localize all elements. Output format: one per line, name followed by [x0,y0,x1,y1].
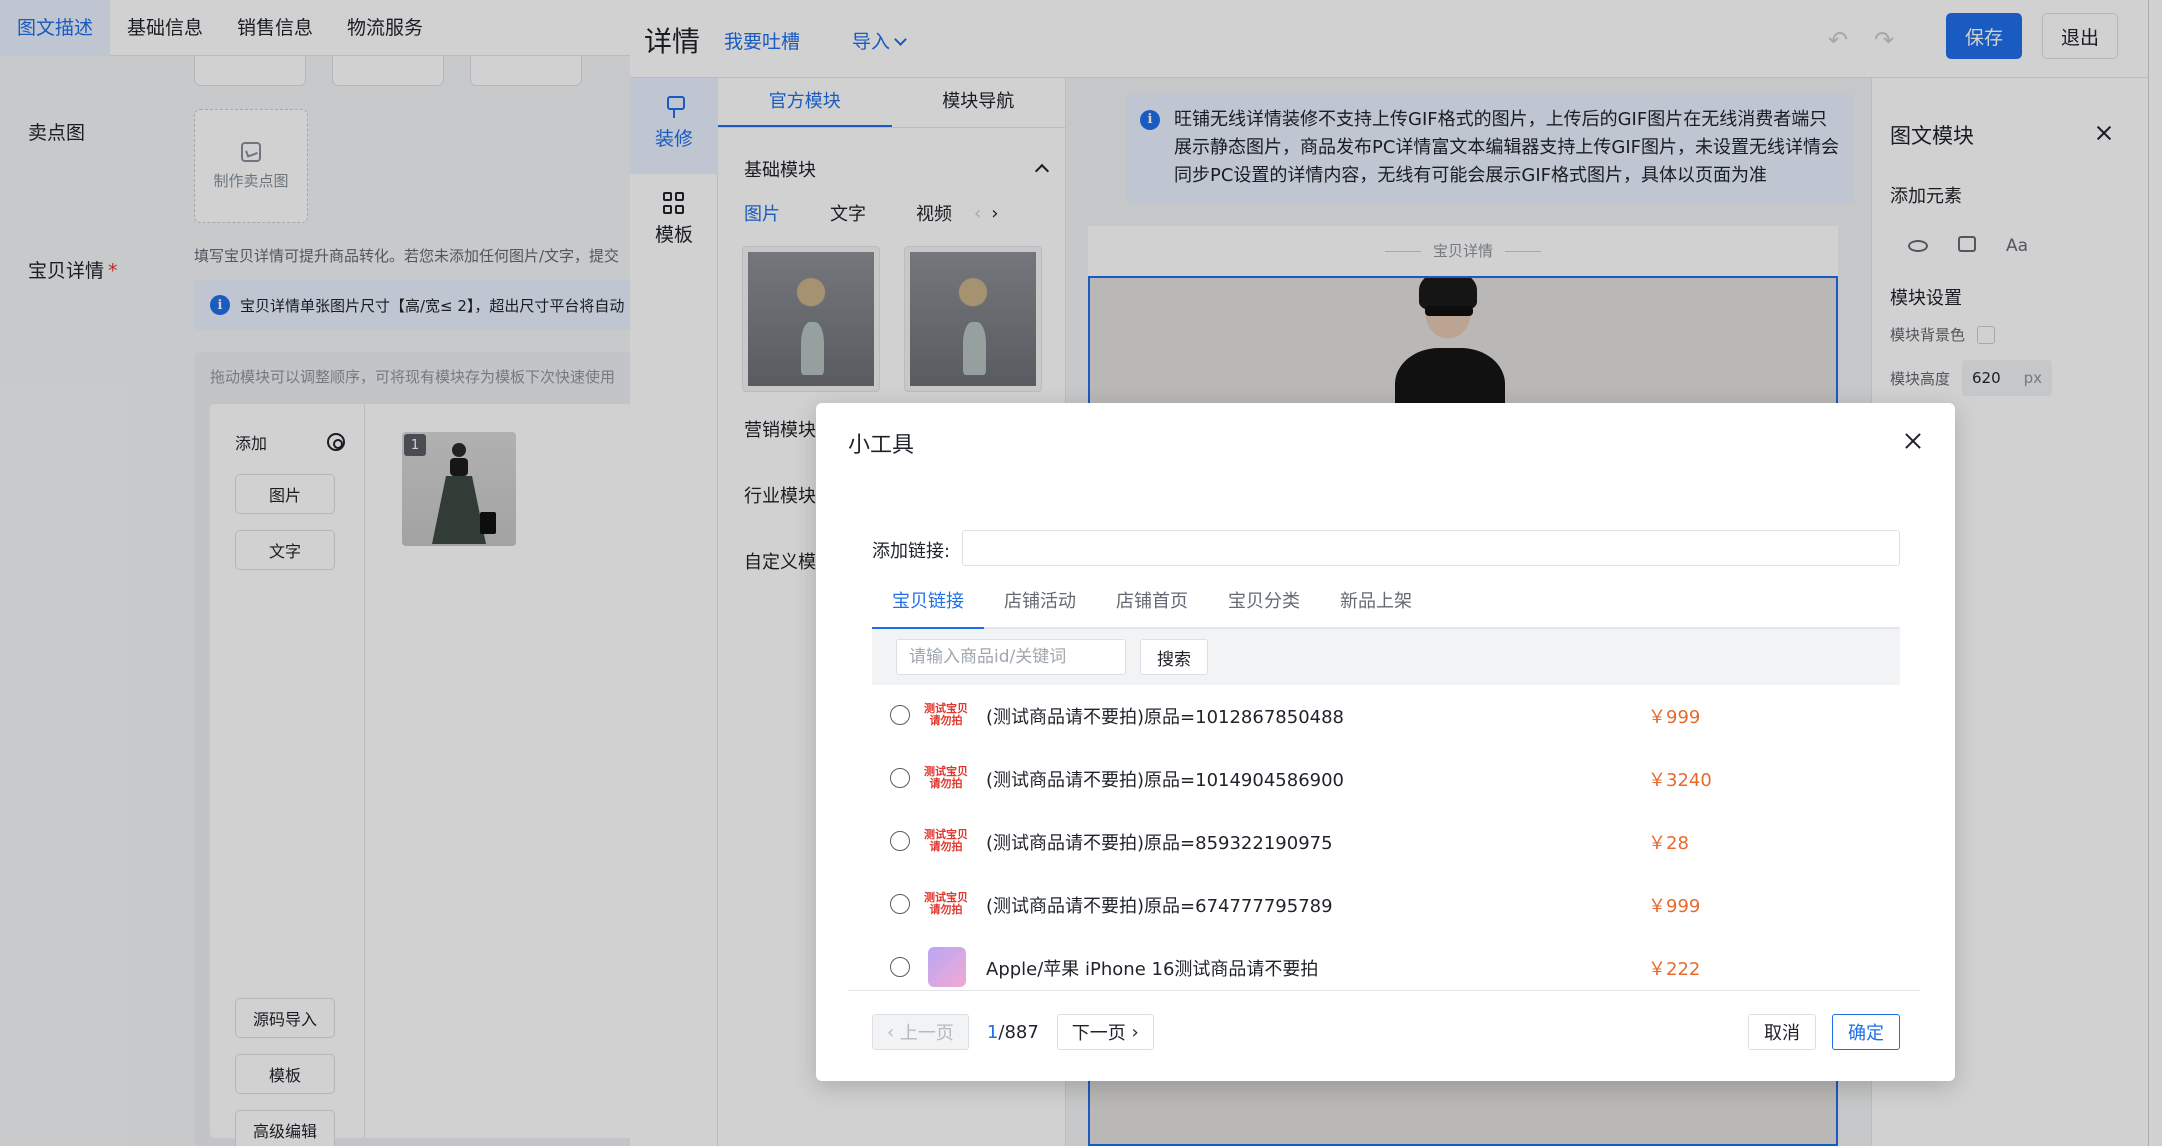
radio-button[interactable] [890,894,910,914]
radio-button[interactable] [890,768,910,788]
product-name: (测试商品请不要拍)原品=1014904586900 [986,770,1345,791]
tab-shop-home[interactable]: 店铺首页 [1096,587,1208,627]
radio-button[interactable] [890,957,910,977]
list-item[interactable]: Apple/苹果 iPhone 16测试商品请不要拍 ￥222 [848,937,1920,990]
prev-page-button[interactable]: ‹ 上一页 [872,1014,969,1050]
product-thumbnail: 测试宝贝请勿拍 [924,891,968,916]
radio-button[interactable] [890,831,910,851]
link-type-tabs: 宝贝链接 店铺活动 店铺首页 宝贝分类 新品上架 [872,587,1900,630]
tab-item-category[interactable]: 宝贝分类 [1208,587,1320,627]
list-item[interactable]: 测试宝贝请勿拍 (测试商品请不要拍)原品=859322190975 ￥28 [848,811,1920,874]
search-input[interactable] [896,639,1126,675]
dialog-title: 小工具 [848,433,915,458]
search-bar: 搜索 [872,629,1900,685]
close-icon[interactable] [1902,431,1922,451]
product-price: ￥3240 [1648,770,1712,791]
product-thumbnail: 测试宝贝请勿拍 [924,828,968,853]
product-price: ￥999 [1648,896,1701,917]
pagination: ‹ 上一页 1/887 下一页 › [872,1014,1154,1050]
product-thumbnail [928,947,966,987]
search-button[interactable]: 搜索 [1140,639,1208,675]
product-thumbnail: 测试宝贝请勿拍 [924,765,968,790]
product-name: (测试商品请不要拍)原品=674777795789 [986,896,1333,917]
product-price: ￥999 [1648,707,1701,728]
product-thumbnail: 测试宝贝请勿拍 [924,702,968,727]
prev-page-label: 上一页 [899,1023,954,1044]
chevron-left-icon: ‹ [887,1021,900,1043]
chevron-right-icon: › [1125,1021,1139,1043]
next-page-button[interactable]: 下一页 › [1056,1014,1154,1050]
tab-new-arrivals[interactable]: 新品上架 [1320,587,1432,627]
page-indicator: 1/887 [987,1022,1039,1043]
product-name: (测试商品请不要拍)原品=1012867850488 [986,707,1345,728]
tab-shop-activity[interactable]: 店铺活动 [984,587,1096,627]
product-price: ￥28 [1648,833,1689,854]
link-label: 添加链接: [872,541,951,562]
product-list: 测试宝贝请勿拍 (测试商品请不要拍)原品=1012867850488 ￥999 … [848,685,1920,991]
total-pages: /887 [998,1021,1039,1043]
tab-item-link[interactable]: 宝贝链接 [872,587,984,630]
list-item[interactable]: 测试宝贝请勿拍 (测试商品请不要拍)原品=674777795789 ￥999 [848,874,1920,937]
product-name: Apple/苹果 iPhone 16测试商品请不要拍 [986,959,1319,980]
list-item[interactable]: 测试宝贝请勿拍 (测试商品请不要拍)原品=1014904586900 ￥3240 [848,748,1920,811]
link-input[interactable] [962,530,1900,566]
tool-dialog: 小工具 添加链接: 宝贝链接 店铺活动 店铺首页 宝贝分类 新品上架 搜索 测试… [816,403,1955,1081]
radio-button[interactable] [890,705,910,725]
cancel-button[interactable]: 取消 [1748,1014,1816,1050]
next-page-label: 下一页 [1071,1023,1126,1044]
confirm-button[interactable]: 确定 [1832,1014,1900,1050]
product-name: (测试商品请不要拍)原品=859322190975 [986,833,1333,854]
product-price: ￥222 [1648,959,1701,980]
current-page: 1 [986,1021,999,1043]
list-item[interactable]: 测试宝贝请勿拍 (测试商品请不要拍)原品=1012867850488 ￥999 [848,685,1920,748]
